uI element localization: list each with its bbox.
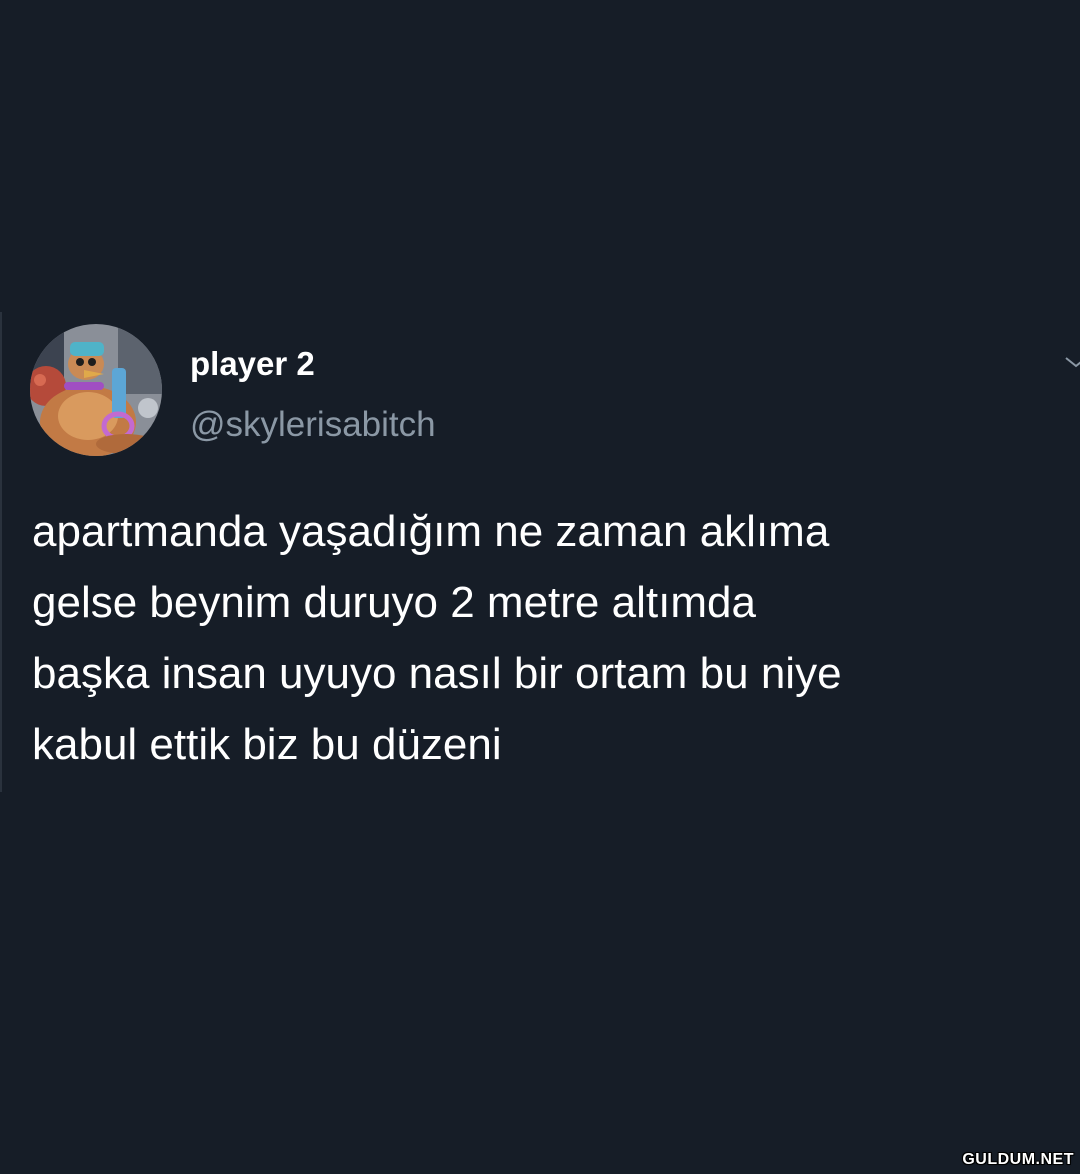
- tweet-text-line: başka insan uyuyo nasıl bir ortam bu niy…: [32, 649, 842, 698]
- left-divider: [0, 312, 2, 792]
- chevron-down-icon: [1065, 357, 1080, 368]
- tweet-text-line: kabul ettik biz bu düzeni: [32, 720, 502, 769]
- author-display-name[interactable]: player 2: [190, 342, 315, 386]
- tweet-text: apartmanda yaşadığım ne zaman aklıma gel…: [32, 496, 1062, 780]
- tweet-text-line: gelse beynim duruyo 2 metre altımda: [32, 578, 756, 627]
- tweet-card: player 2 @skylerisabitch apartmanda yaşa…: [0, 0, 1080, 1174]
- author-handle[interactable]: @skylerisabitch: [190, 402, 436, 448]
- tweet-text-line: apartmanda yaşadığım ne zaman aklıma: [32, 507, 830, 556]
- tweet-menu-button[interactable]: [1064, 350, 1080, 374]
- avatar[interactable]: [30, 324, 162, 456]
- watermark: GULDUM.NET: [962, 1151, 1074, 1168]
- avatar-cartoon-chicken-icon: [30, 324, 162, 456]
